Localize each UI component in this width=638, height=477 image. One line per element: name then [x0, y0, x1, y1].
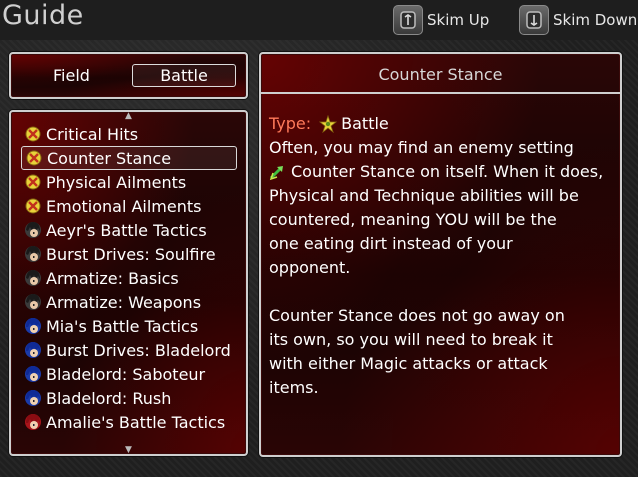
list-item-label: Bladelord: Saboteur: [46, 364, 206, 384]
list-item[interactable]: Bladelord: Saboteur: [21, 362, 237, 386]
skim-up-label: Skim Up: [427, 11, 490, 29]
list-item[interactable]: Bladelord: Rush: [21, 386, 237, 410]
detail-line: opponent.: [269, 258, 351, 277]
detail-line: items.: [269, 378, 319, 397]
filter-field-tab[interactable]: Field: [53, 66, 90, 85]
list-item-label: Burst Drives: Bladelord: [46, 340, 231, 360]
detail-line: its own, so you will need to break it: [269, 330, 553, 349]
detail-divider: [261, 92, 620, 94]
list-item[interactable]: Armatize: Weapons: [21, 290, 237, 314]
list-item-label: Aeyr's Battle Tactics: [46, 220, 207, 240]
type-value: Battle: [341, 114, 389, 133]
list-item-label: Emotional Ailments: [46, 196, 202, 216]
type-row: Type: Battle: [269, 112, 619, 136]
detail-line-text: Counter Stance on itself. When it does,: [291, 162, 604, 181]
dark-haired-character-icon: [23, 292, 43, 312]
blue-haired-character-icon: [23, 316, 43, 336]
detail-body: Type: Battle Often, you may find an enem…: [269, 112, 619, 400]
dark-haired-character-icon: [23, 220, 43, 240]
skim-up-button[interactable]: Skim Up: [393, 5, 489, 35]
detail-line: one eating dirt instead of your: [269, 234, 513, 253]
list-item-label: Mia's Battle Tactics: [46, 316, 199, 336]
detail-line: with either Magic attacks or attack: [269, 354, 548, 373]
page-title: Guide: [2, 0, 84, 31]
filter-battle-tab[interactable]: Battle: [132, 64, 236, 87]
list-item-label: Armatize: Weapons: [46, 292, 202, 312]
battle-cross-icon: [23, 172, 43, 192]
dark-haired-character-icon: [23, 268, 43, 288]
skim-down-button[interactable]: Skim Down: [519, 5, 637, 35]
detail-line: countered, meaning YOU will be the: [269, 210, 557, 229]
list-item-selected[interactable]: Counter Stance: [21, 146, 237, 170]
list-item-label: Bladelord: Rush: [46, 388, 172, 408]
detail-line: Counter Stance does not go away on: [269, 306, 565, 325]
detail-line: [269, 280, 619, 304]
list-item-label: Amalie's Battle Tactics: [46, 412, 226, 432]
list-item[interactable]: Critical Hits: [21, 122, 237, 146]
list-item[interactable]: Burst Drives: Bladelord: [21, 338, 237, 362]
list-item-label: Armatize: Basics: [46, 268, 179, 288]
list-item-label: Critical Hits: [46, 124, 139, 144]
list-item-label: Burst Drives: Soulfire: [46, 244, 216, 264]
skim-down-label: Skim Down: [553, 11, 638, 29]
battle-cross-icon: [23, 124, 43, 144]
controller-shoulder-button-icon: [393, 5, 423, 35]
list-item-label: Counter Stance: [47, 148, 172, 168]
type-label: Type:: [269, 114, 312, 133]
list-item[interactable]: Mia's Battle Tactics: [21, 314, 237, 338]
scroll-down-arrow-icon[interactable]: ▼: [125, 445, 132, 455]
category-filter: Field Battle: [9, 52, 248, 99]
battle-cross-icon: [23, 196, 43, 216]
detail-line: Counter Stance on itself. When it does,: [269, 160, 619, 184]
list-item[interactable]: Armatize: Basics: [21, 266, 237, 290]
dark-haired-character-icon: [23, 244, 43, 264]
blue-haired-character-icon: [23, 364, 43, 384]
blue-haired-character-icon: [23, 340, 43, 360]
list-item[interactable]: Physical Ailments: [21, 170, 237, 194]
detail-panel: Counter Stance Type: Battle Often, you m…: [259, 52, 622, 457]
scroll-up-arrow-icon[interactable]: ▲: [125, 111, 132, 121]
red-haired-character-icon: [23, 412, 43, 432]
controller-shoulder-button-icon: [519, 5, 549, 35]
battle-cross-icon: [24, 148, 44, 168]
counter-stance-arrow-icon: [269, 163, 287, 181]
detail-line: Physical and Technique abilities will be: [269, 186, 579, 205]
battle-star-icon: [319, 114, 338, 134]
list-item[interactable]: Aeyr's Battle Tactics: [21, 218, 237, 242]
list-item[interactable]: Amalie's Battle Tactics: [21, 410, 237, 434]
detail-line: Often, you may find an enemy setting: [269, 138, 574, 157]
topic-list[interactable]: ▲ Critical Hits Counter Stance Physical …: [9, 110, 248, 456]
list-item[interactable]: Emotional Ailments: [21, 194, 237, 218]
detail-title: Counter Stance: [378, 65, 503, 84]
header-bar: Guide Skim Up Skim Down: [0, 0, 638, 40]
list-item[interactable]: Burst Drives: Soulfire: [21, 242, 237, 266]
list-item-label: Physical Ailments: [46, 172, 187, 192]
blue-haired-character-icon: [23, 388, 43, 408]
